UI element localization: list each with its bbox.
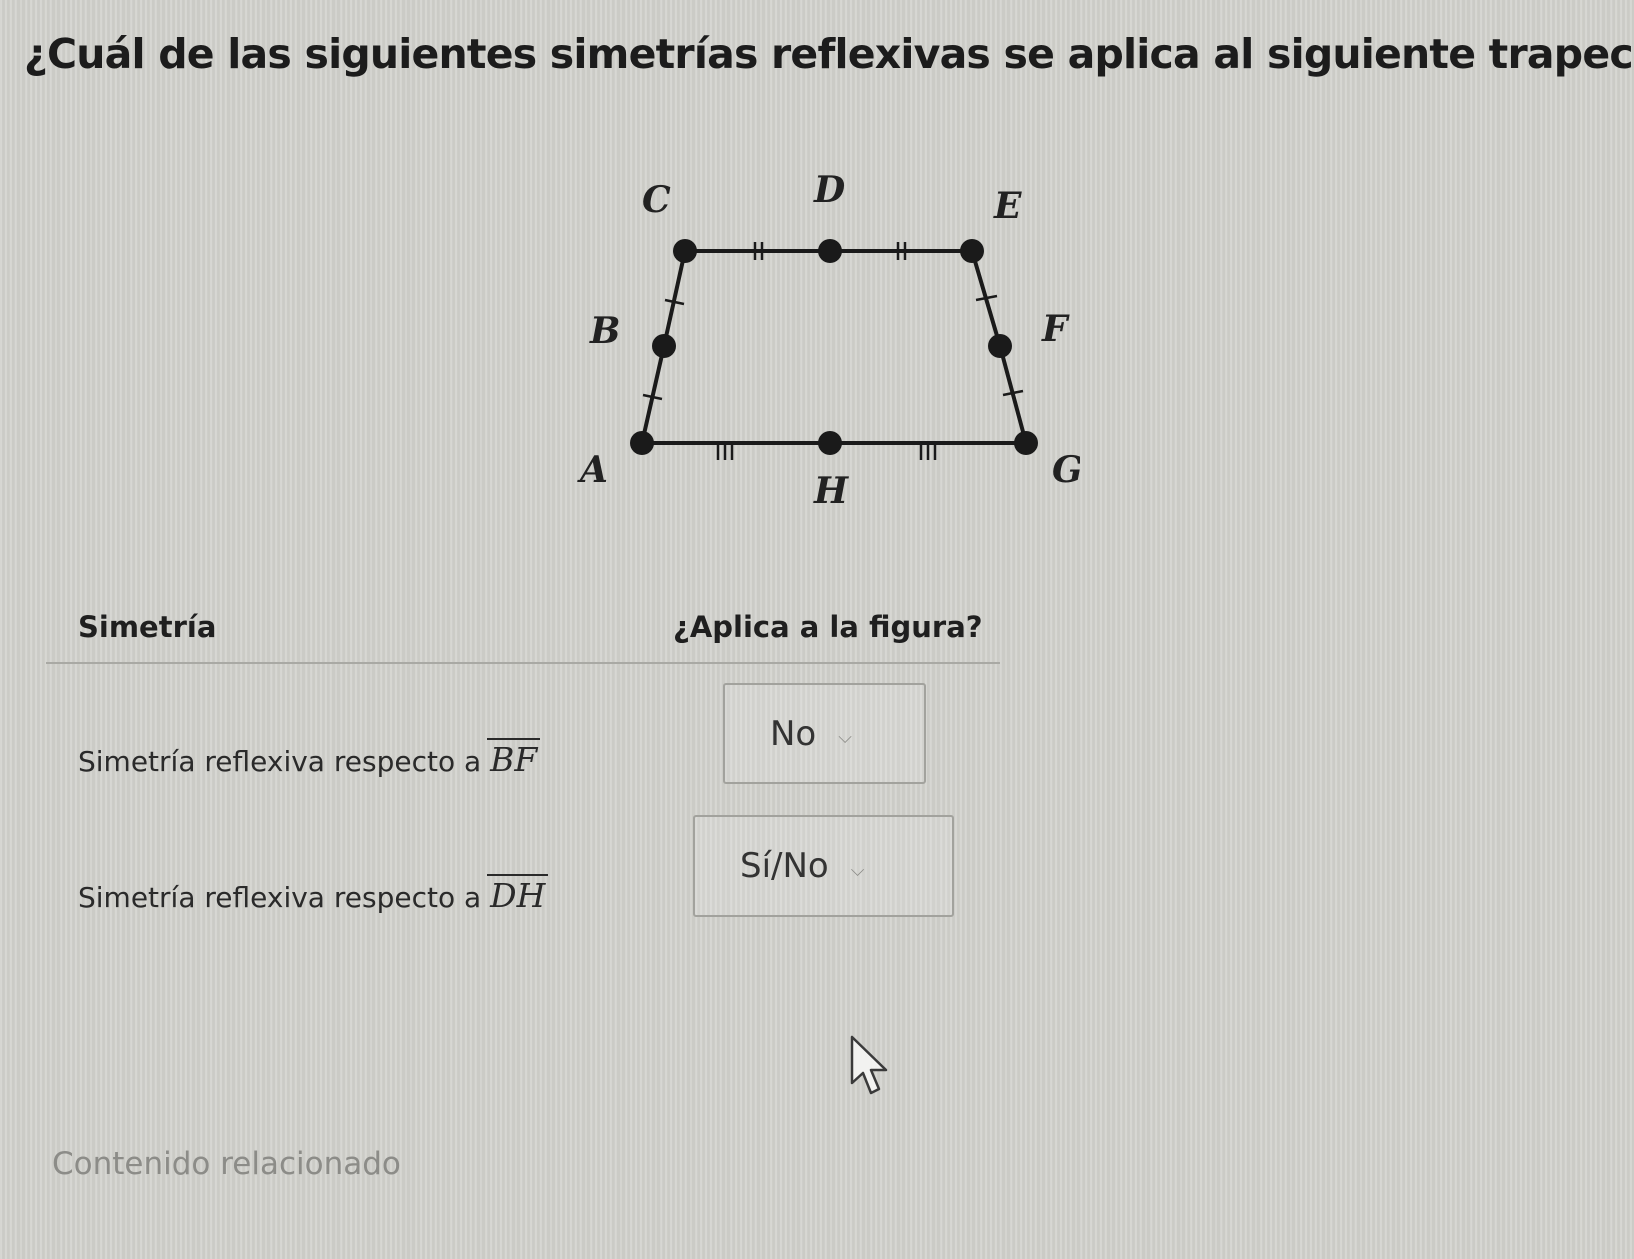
label-f: F [1041,308,1070,350]
segment-dh: DH [487,874,549,915]
mouse-pointer-icon [850,1035,888,1095]
label-c: C [642,179,671,221]
select-dh[interactable]: Sí/No ⌵ [693,815,954,917]
header-applies: ¿Aplica a la figura? [673,610,983,644]
label-b: B [589,310,620,352]
chevron-down-icon: ⌵ [850,859,865,881]
point-f [988,334,1012,358]
row-bf-label: Simetría reflexiva respecto a BF [78,738,541,779]
select-bf-value: No [770,713,817,754]
label-h: H [813,470,849,512]
table-divider [46,662,1000,664]
edge-cb [662,250,687,347]
point-e [960,239,984,263]
label-d: D [813,169,845,211]
label-e: E [993,185,1022,227]
row-bf-text: Simetría reflexiva respecto a [78,745,482,778]
header-symmetry: Simetría [78,610,217,644]
point-d [818,239,842,263]
label-g: G [1052,449,1080,491]
row-dh-label: Simetría reflexiva respecto a DH [78,874,549,915]
segment-bf: BF [487,738,541,779]
point-a [630,431,654,455]
select-bf[interactable]: No ⌵ [723,683,926,784]
chevron-down-icon: ⌵ [838,727,852,748]
trapezoid-figure: C D E B F A H G [577,169,1080,512]
select-dh-value: Sí/No [740,846,829,886]
point-c [673,239,697,263]
question-title: ¿Cuál de las siguientes simetrías reflex… [24,30,1634,78]
related-content-link[interactable]: Contenido relacionado [52,1146,401,1182]
row-dh-text: Simetría reflexiva respecto a [78,881,482,914]
point-h [818,431,842,455]
label-a: A [577,449,608,491]
point-g [1014,431,1038,455]
point-b [652,334,676,358]
tick-marks [642,242,1024,460]
